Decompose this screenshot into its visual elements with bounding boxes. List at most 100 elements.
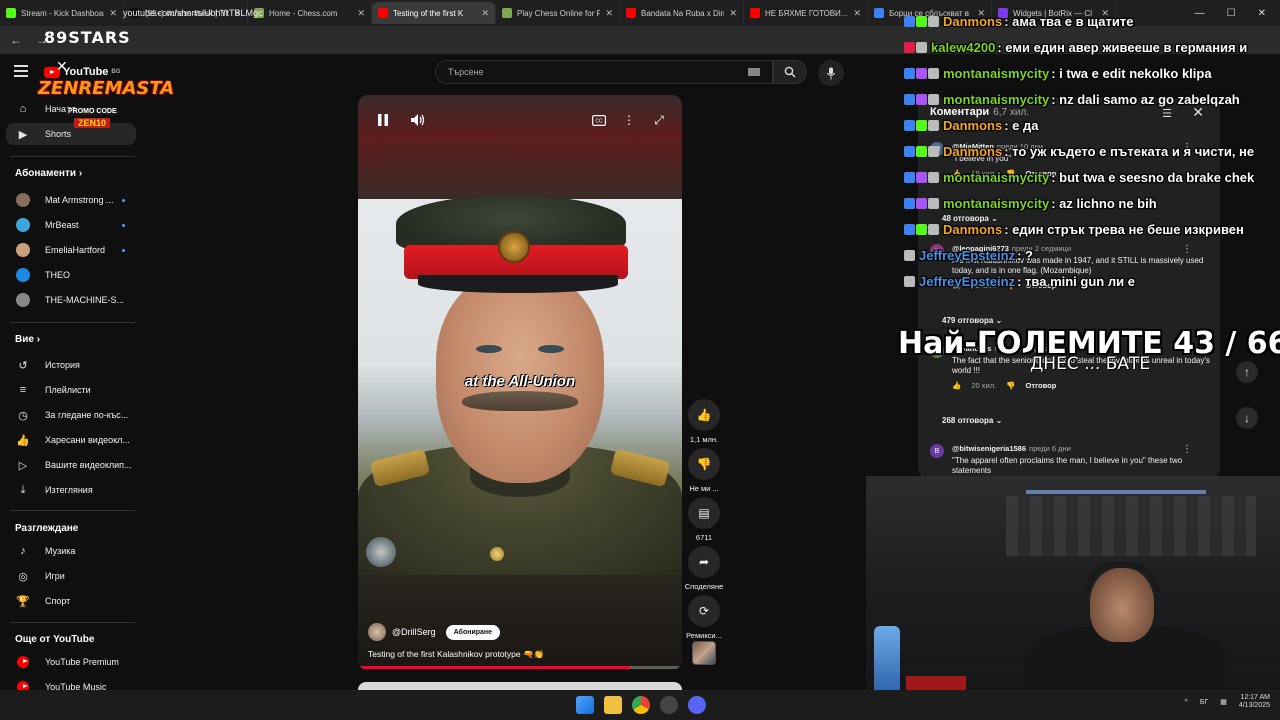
like-icon[interactable]: 👍 [688, 399, 720, 431]
comment-menu-icon[interactable]: ⋮ [1182, 444, 1192, 455]
browser-tab[interactable]: Stream - Kick Dashboard ✕ [0, 2, 124, 24]
sidebar-item[interactable]: MrBeast [0, 214, 145, 236]
comments-action[interactable]: ▤ 6711 [684, 497, 724, 542]
badge-icon [904, 249, 915, 261]
search-input[interactable]: Търсене [435, 60, 773, 84]
sidebar-item[interactable]: ◎ Игри [0, 565, 145, 587]
network-icon[interactable]: ▦ [1220, 698, 1227, 706]
start-icon[interactable] [576, 696, 594, 714]
fullscreen-icon[interactable]: ⤢ [648, 111, 670, 129]
sidebar-item[interactable]: ◷ За гледане по-къс... [0, 404, 145, 426]
sidebar-item[interactable]: THE-MACHINE-S... [0, 289, 145, 311]
voice-search-button[interactable] [818, 60, 844, 86]
commenter-avatar[interactable]: B [930, 444, 944, 458]
search-button[interactable] [773, 60, 807, 84]
tab-close-icon[interactable]: ✕ [481, 8, 489, 19]
badge-icon [904, 41, 915, 53]
badge-icon [928, 67, 939, 79]
chat-badges [904, 197, 939, 209]
audio-thumbnail[interactable] [692, 641, 716, 665]
video-progress-bar[interactable] [358, 666, 682, 669]
channel-avatar[interactable] [368, 623, 386, 641]
reply-button[interactable]: Отговор [1026, 381, 1057, 390]
badge-icon [904, 223, 915, 235]
captions-button[interactable]: CC [588, 111, 610, 129]
tab-close-icon[interactable]: ✕ [853, 8, 861, 19]
browser-tab[interactable]: Play Chess Online for FR ✕ [496, 2, 620, 24]
sidebar-item[interactable]: ≡ Плейлисти [0, 379, 145, 401]
arrow-down-icon[interactable]: ↓ [1236, 407, 1258, 429]
tab-close-icon[interactable]: ✕ [729, 8, 737, 19]
browser-tab[interactable]: Home - Chess.com ✕ [248, 2, 372, 24]
browser-tab[interactable]: НЕ БЯХМЕ ГОТОВИ... ✕ [744, 2, 868, 24]
tab-close-icon[interactable]: ✕ [357, 8, 365, 19]
like-icon[interactable]: 👍 [952, 381, 961, 390]
file-explorer-icon[interactable] [604, 696, 622, 714]
clock[interactable]: 12:17 AM 4/13/2025 [1239, 694, 1270, 711]
sidebar-item[interactable]: Mat Armstrong ... [0, 189, 145, 211]
chat-message: kalew4200: еми един авер живееше в герма… [904, 36, 1280, 58]
comment-text: "The apparel often proclaims the man, I … [952, 456, 1183, 475]
channel-avatar [16, 218, 30, 232]
chat-message: montanaismycity: but twa e seesno da bra… [904, 166, 1280, 188]
browser-tab[interactable]: Bandata Na Ruba x Dim ✕ [620, 2, 744, 24]
next-short-preview[interactable] [358, 682, 682, 690]
back-icon[interactable]: ← [8, 33, 24, 47]
channel-avatar [16, 243, 30, 257]
remix-icon[interactable]: ⟳ [688, 595, 720, 627]
chat-message: Danmons: то уж където е пътеката и я чис… [904, 140, 1280, 162]
sidebar-item[interactable]: 🏆 Спорт [0, 590, 145, 612]
sidebar-section-title[interactable]: Абонаменти › [15, 168, 82, 179]
chat-username: Danmons [943, 117, 1003, 133]
chat-username: JeffreyEpsteinz [919, 247, 1016, 263]
share-icon[interactable]: ➦ [688, 546, 720, 578]
replies-toggle[interactable]: 479 отговора ⌄ [942, 316, 1002, 325]
subscribe-button[interactable]: Абониране [445, 624, 501, 640]
obs-icon[interactable] [660, 696, 678, 714]
streamer-logo: 89STARS ✕ ZENREMASTA PROMO CODE ZEN10 [38, 28, 175, 128]
chat-text: : то уж където е пътеката и я чисти, не [1004, 143, 1255, 159]
dislike-icon[interactable]: 👎 [688, 448, 720, 480]
replies-toggle[interactable]: 268 отговора ⌄ [942, 416, 1002, 425]
chat-message: Danmons: един стрък трева не беше изкрив… [904, 218, 1280, 240]
sidebar-item[interactable]: YouTube Premium [0, 651, 145, 673]
more-options-icon[interactable]: ⋮ [618, 111, 640, 129]
like-action[interactable]: 👍 1,1 млн. [684, 399, 724, 444]
browser-tab[interactable]: Testing of the first K ✕ [372, 2, 496, 24]
chevron-up-icon[interactable]: ^ [1185, 699, 1188, 706]
volume-button[interactable] [407, 111, 429, 129]
channel-name[interactable]: @DrillSerg [392, 627, 436, 637]
sidebar-item[interactable]: ♪ Музика [0, 540, 145, 562]
short-video-player[interactable]: at the All-Union CC ⋮ ⤢ @DrillSerg Абони… [358, 95, 682, 670]
history-icon: ↺ [18, 359, 28, 372]
sidebar-section-title[interactable]: Вие › [15, 334, 40, 345]
divider [10, 622, 135, 623]
pause-button[interactable] [372, 111, 394, 129]
chat-text: : еми един авер живееше в германия и [997, 39, 1248, 55]
url-field[interactable]: youtube.com/shorts/UbhYtTBLMgc [123, 8, 263, 18]
sidebar-item[interactable]: ▷ Вашите видеоклип... [0, 454, 145, 476]
watch-later-icon: ◷ [18, 409, 28, 422]
discord-icon[interactable] [688, 696, 706, 714]
keyboard-icon[interactable] [748, 68, 760, 76]
sports-icon: 🏆 [16, 595, 30, 608]
tab-favicon-icon [626, 8, 636, 18]
share-action[interactable]: ➦ Споделяне [684, 546, 724, 591]
tab-close-icon[interactable]: ✕ [605, 8, 613, 19]
arrow-up-icon[interactable]: ↑ [1236, 361, 1258, 383]
sidebar-item[interactable]: THEO [0, 264, 145, 286]
remix-action[interactable]: ⟳ Ремикси... [684, 595, 724, 640]
menu-icon[interactable] [14, 65, 28, 77]
dislike-action[interactable]: 👎 Не ми ... [684, 448, 724, 493]
microphone-icon [826, 67, 836, 79]
sidebar-item[interactable]: EmeliaHartford [0, 239, 145, 261]
sidebar-item[interactable]: ↺ История [0, 354, 145, 376]
video-title[interactable]: Testing of the first Kalashnikov prototy… [368, 649, 544, 660]
comment-icon[interactable]: ▤ [688, 497, 720, 529]
video-progress-fill [358, 666, 631, 669]
sidebar-item[interactable]: ⤓ Изтегляния [0, 479, 145, 501]
chrome-icon[interactable] [632, 696, 650, 714]
tab-close-icon[interactable]: ✕ [109, 8, 117, 19]
sidebar-item[interactable]: 👍 Харесани видеокл... [0, 429, 145, 451]
dislike-icon[interactable]: 👎 [1006, 381, 1015, 390]
